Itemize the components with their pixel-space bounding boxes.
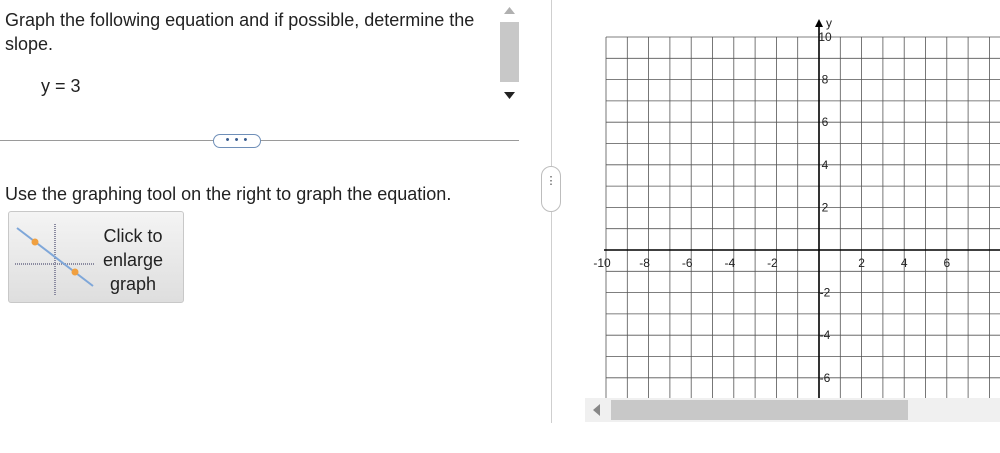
triangle-up-icon <box>504 7 515 14</box>
y-tick-label: 8 <box>822 73 829 87</box>
x-tick-label: 2 <box>858 256 865 270</box>
equation: y = 3 <box>41 76 81 96</box>
scroll-up-button[interactable] <box>500 0 519 20</box>
axes <box>604 19 1000 398</box>
x-tick-label: -8 <box>639 256 650 270</box>
y-tick-label: -2 <box>820 286 831 300</box>
vertical-scrollbar-thumb[interactable] <box>500 22 519 82</box>
x-tick-label: -6 <box>682 256 693 270</box>
y-tick-label: 10 <box>818 30 832 44</box>
y-tick-label: -4 <box>820 328 831 342</box>
scroll-down-button[interactable] <box>500 84 519 106</box>
y-tick-label: 2 <box>822 200 829 214</box>
more-button[interactable]: • • • <box>213 134 261 148</box>
graph-canvas[interactable]: -10 -8 -6 -4 -2 2 4 6 10 8 6 4 2 -2 -4 -6 y <box>585 0 1000 398</box>
y-tick-label: 4 <box>822 158 829 172</box>
question-pane: Graph the following equation and if poss… <box>0 0 498 108</box>
question-prompt: Graph the following equation and if poss… <box>5 10 475 54</box>
enlarge-graph-button[interactable]: Click to enlarge graph <box>8 211 184 303</box>
x-tick-label: -10 <box>593 256 611 270</box>
splitter-handle[interactable]: ⋮ <box>541 166 561 212</box>
triangle-down-icon <box>504 92 515 99</box>
grid-lines <box>605 36 1000 398</box>
horizontal-scrollbar[interactable] <box>585 398 1000 422</box>
triangle-left-icon <box>593 404 600 416</box>
x-tick-labels: -10 -8 -6 -4 -2 2 4 6 <box>593 256 950 270</box>
y-axis-label: y <box>826 16 832 30</box>
x-tick-label: 6 <box>943 256 950 270</box>
y-axis-arrow-icon <box>815 19 823 27</box>
instruction-text: Use the graphing tool on the right to gr… <box>5 184 452 204</box>
x-tick-label: -4 <box>724 256 735 270</box>
y-tick-label: 6 <box>822 115 829 129</box>
graphing-tool[interactable]: -10 -8 -6 -4 -2 2 4 6 10 8 6 4 2 -2 -4 -6 y <box>585 0 1000 398</box>
scroll-left-button[interactable] <box>585 398 609 422</box>
horizontal-scrollbar-thumb[interactable] <box>611 400 908 420</box>
enlarge-graph-label: Click to enlarge graph <box>102 226 164 294</box>
splitter-grip-icon: ⋮ <box>545 175 557 187</box>
y-tick-label: -6 <box>820 371 831 385</box>
graph-thumbnail-icon <box>15 224 95 296</box>
x-tick-label: 4 <box>901 256 908 270</box>
x-tick-label: -2 <box>767 256 778 270</box>
